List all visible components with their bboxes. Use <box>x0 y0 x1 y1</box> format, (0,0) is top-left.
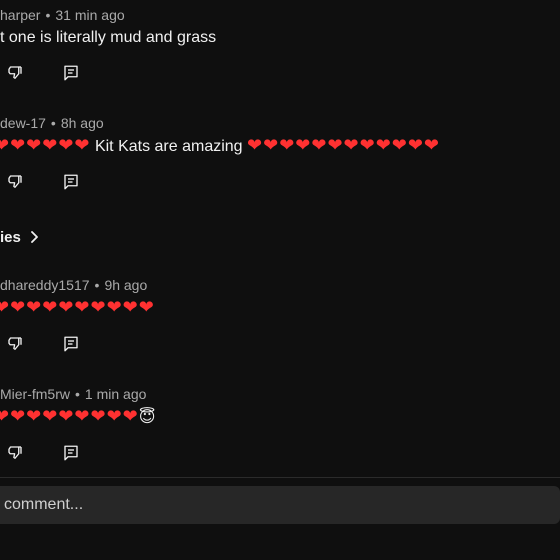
comment-text: ❤❤❤❤❤❤❤❤❤❤ <box>0 297 155 318</box>
comment-meta: harper • 31 min ago <box>0 7 125 23</box>
heart-emojis: ❤❤❤❤❤❤❤❤❤❤❤❤ <box>247 135 441 156</box>
comment-actions <box>0 64 120 86</box>
reply-comment-icon[interactable] <box>62 64 80 82</box>
add-comment-input[interactable] <box>0 486 544 524</box>
comment-time: 8h ago <box>60 115 104 131</box>
heart-emojis: ❤❤❤❤❤❤❤❤❤ <box>0 406 139 427</box>
replies-label: ies <box>0 228 21 246</box>
comment-text-body: Kit Kats are amazing <box>94 138 243 155</box>
chevron-right-icon <box>30 231 38 243</box>
comments-panel: harper • 31 min ago t one is literally mud… <box>0 0 560 560</box>
view-replies-button[interactable]: ies <box>0 226 39 248</box>
comment-meta: dew-17 • 8h ago <box>0 115 104 131</box>
meta-separator: • <box>45 7 51 23</box>
composer-divider <box>0 477 560 478</box>
comment-author[interactable]: Mier-fm5rw <box>0 386 70 402</box>
comment-text: ❤❤❤❤❤❤ Kit Kats are amazing ❤❤❤❤❤❤❤❤❤❤❤❤ <box>0 135 440 156</box>
reply-comment-icon[interactable] <box>62 444 80 462</box>
comment-author[interactable]: dhareddy1517 <box>0 277 90 293</box>
comment-actions <box>0 335 120 357</box>
meta-separator: • <box>50 115 56 131</box>
comment-meta: Mier-fm5rw • 1 min ago <box>0 386 146 402</box>
heart-emojis: ❤❤❤❤❤❤❤❤❤❤ <box>0 297 155 318</box>
thumbs-down-icon[interactable] <box>6 64 24 82</box>
comment-actions <box>0 444 120 466</box>
comment-composer <box>0 486 560 524</box>
comment-author[interactable]: dew-17 <box>0 115 46 131</box>
heart-emojis: ❤❤❤❤❤❤ <box>0 135 91 156</box>
meta-separator: • <box>75 386 80 402</box>
comment-time: 9h ago <box>104 277 148 293</box>
comment-actions <box>0 173 120 195</box>
reply-comment-icon[interactable] <box>62 173 80 191</box>
comment-text: ❤❤❤❤❤❤❤❤❤😇 <box>0 406 155 427</box>
comment-time: 31 min ago <box>55 7 125 23</box>
thumbs-down-icon[interactable] <box>6 335 24 353</box>
comment-time: 1 min ago <box>84 386 147 402</box>
thumbs-down-icon[interactable] <box>6 444 24 462</box>
angel-emoji: 😇 <box>138 409 156 426</box>
thumbs-down-icon[interactable] <box>6 173 24 191</box>
comment-author[interactable]: harper <box>0 7 40 23</box>
reply-comment-icon[interactable] <box>62 335 80 353</box>
comment-text: t one is literally mud and grass <box>0 29 217 46</box>
comment-meta: dhareddy1517 • 9h ago <box>0 277 147 293</box>
meta-separator: • <box>94 277 100 293</box>
